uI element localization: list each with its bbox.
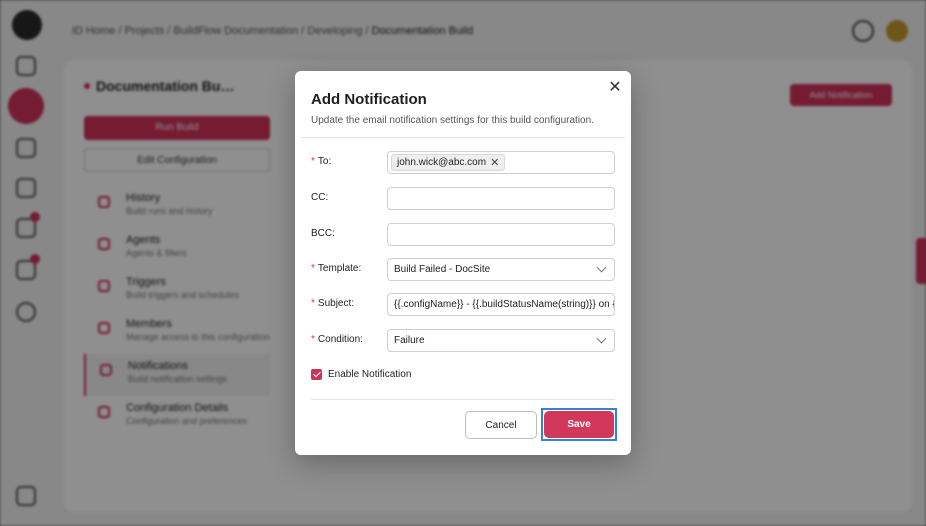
required-marker: * xyxy=(311,263,315,274)
save-button[interactable]: Save xyxy=(544,411,614,438)
condition-row: * Condition: Failure xyxy=(311,329,615,353)
condition-label-text: Condition: xyxy=(317,334,363,345)
cancel-button[interactable]: Cancel xyxy=(465,411,537,439)
cc-field[interactable] xyxy=(387,187,615,210)
cc-row: CC: xyxy=(311,187,615,211)
bcc-label: BCC: xyxy=(311,228,335,239)
add-notification-dialog: Add Notification Update the email notifi… xyxy=(295,71,631,455)
recipient-chip: john.wick@abc.com ✕ xyxy=(391,154,506,171)
subject-input[interactable]: {{.configName}} - {{.buildStatusName(str… xyxy=(387,293,615,316)
bcc-row: BCC: xyxy=(311,223,615,247)
subject-label-text: Subject: xyxy=(317,298,355,309)
template-selected-value: Build Failed - DocSite xyxy=(394,264,491,275)
checkbox-checked-icon[interactable] xyxy=(311,369,322,380)
template-select[interactable]: Build Failed - DocSite xyxy=(387,258,615,281)
template-row: * Template: Build Failed - DocSite xyxy=(311,258,615,282)
close-icon[interactable]: ✕ xyxy=(606,79,624,97)
condition-selected-value: Failure xyxy=(394,335,425,346)
required-marker: * xyxy=(311,156,315,167)
divider xyxy=(311,399,615,400)
to-label-text: To: xyxy=(317,156,332,167)
enable-notification-label: Enable Notification xyxy=(328,369,412,380)
divider xyxy=(301,137,625,138)
save-button-focus-ring: Save xyxy=(541,408,617,441)
dialog-subtitle: Update the email notification settings f… xyxy=(311,115,594,126)
dialog-title: Add Notification xyxy=(311,91,427,108)
subject-label: * Subject: xyxy=(311,298,354,309)
enable-notification-toggle[interactable]: Enable Notification xyxy=(311,369,411,380)
cc-label: CC: xyxy=(311,192,329,203)
required-marker: * xyxy=(311,334,315,345)
subject-row: * Subject: {{.configName}} - {{.buildStat… xyxy=(311,293,615,317)
to-field[interactable]: john.wick@abc.com ✕ xyxy=(387,151,615,174)
recipient-chip-text: john.wick@abc.com xyxy=(397,157,487,168)
condition-select[interactable]: Failure xyxy=(387,329,615,352)
template-label-text: Template: xyxy=(317,263,362,274)
chevron-down-icon xyxy=(596,333,607,344)
template-label: * Template: xyxy=(311,263,361,274)
condition-label: * Condition: xyxy=(311,334,363,345)
required-marker: * xyxy=(311,298,315,309)
to-row: * To: john.wick@abc.com ✕ xyxy=(311,151,615,175)
remove-chip-icon[interactable]: ✕ xyxy=(490,156,499,169)
chevron-down-icon xyxy=(596,262,607,273)
to-label: * To: xyxy=(311,156,331,167)
bcc-field[interactable] xyxy=(387,223,615,246)
